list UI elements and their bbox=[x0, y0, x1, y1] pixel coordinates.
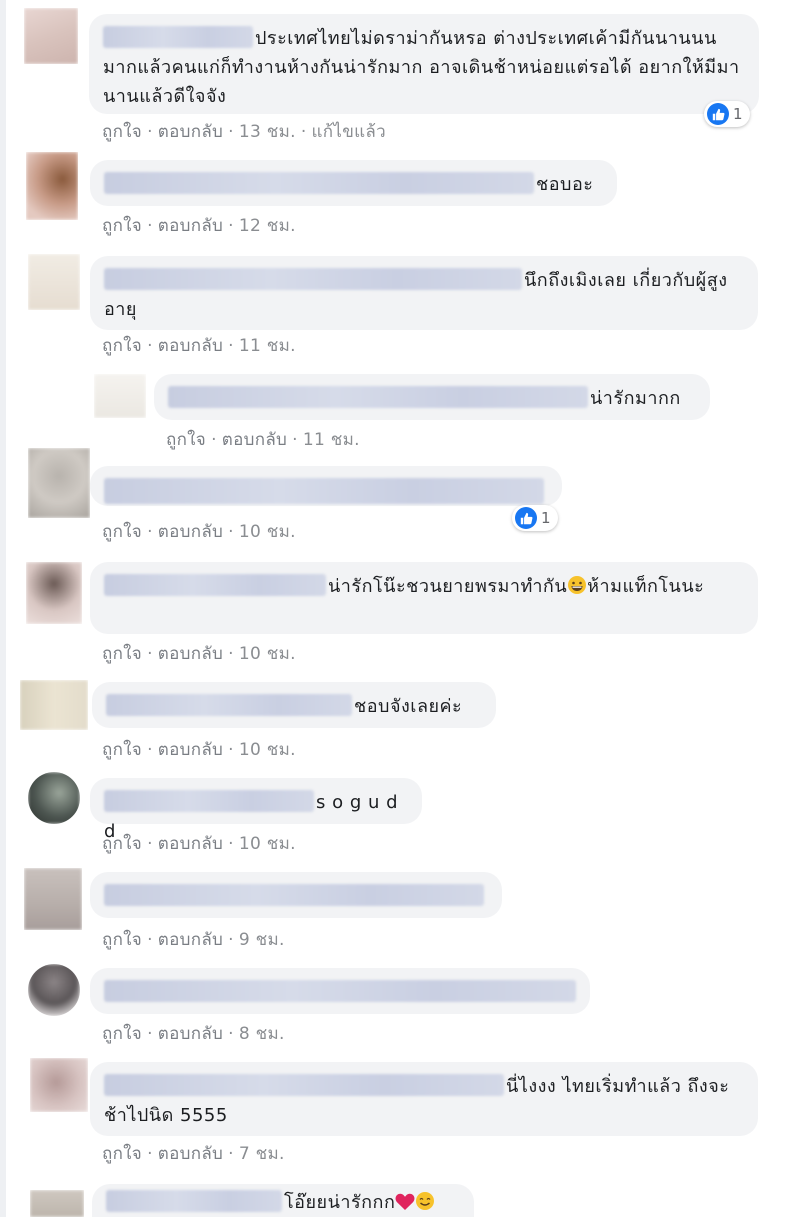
comment-meta: ถูกใจ · ตอบกลับ · 12 ชม. bbox=[102, 216, 296, 236]
comment-meta: ถูกใจ · ตอบกลับ · 11 ชม. bbox=[166, 430, 360, 450]
comment-bubble: น่ารักมากก bbox=[154, 374, 710, 420]
smiling-emoji bbox=[415, 1191, 435, 1220]
commenter-name[interactable] bbox=[104, 172, 534, 194]
timestamp[interactable]: 13 ชม. bbox=[239, 122, 296, 142]
thumbs-up-icon bbox=[707, 103, 729, 125]
commenter-name[interactable] bbox=[168, 386, 588, 408]
avatar[interactable] bbox=[24, 8, 78, 64]
comment-meta: ถูกใจ · ตอบกลับ · 10 ชม. bbox=[102, 740, 296, 760]
comment-bubble: นี่ไงงง ไทยเริ่มทำแล้ว ถึงจะช้าไปนิด 555… bbox=[90, 1062, 758, 1136]
commenter-name[interactable] bbox=[104, 478, 544, 504]
thread-line bbox=[0, 0, 6, 1217]
reply-link[interactable]: ตอบกลับ bbox=[158, 644, 223, 664]
reaction-badge[interactable]: 1 bbox=[704, 101, 750, 127]
avatar[interactable] bbox=[28, 254, 80, 310]
comment-meta: ถูกใจ · ตอบกลับ · 10 ชม. bbox=[102, 644, 296, 664]
timestamp[interactable]: 8 ชม. bbox=[239, 1024, 285, 1044]
comment-text-end: ห้ามแท็กโนนะ bbox=[587, 576, 705, 597]
like-link[interactable]: ถูกใจ bbox=[102, 834, 142, 854]
timestamp[interactable]: 10 ชม. bbox=[239, 740, 296, 760]
avatar[interactable] bbox=[30, 1058, 88, 1112]
like-link[interactable]: ถูกใจ bbox=[102, 930, 142, 950]
comment-bubble: น่ารักโน๊ะชวนยายพรมาทำกัน ห้ามแท็กโนนะ bbox=[90, 562, 758, 634]
comment-meta: ถูกใจ · ตอบกลับ · 11 ชม. bbox=[102, 336, 296, 356]
avatar[interactable] bbox=[26, 562, 82, 624]
comment-bubble: ชอบจังเลยค่ะ bbox=[92, 682, 496, 728]
avatar[interactable] bbox=[28, 448, 90, 518]
like-link[interactable]: ถูกใจ bbox=[102, 644, 142, 664]
comment-bubble: โอ๊ยยน่ารักกก bbox=[92, 1184, 474, 1217]
avatar[interactable] bbox=[20, 680, 88, 730]
comment-bubble: ประเทศไทยไม่ดราม่ากันหรอ ต่างประเทศเค้าม… bbox=[89, 14, 759, 114]
grinning-emoji bbox=[567, 575, 587, 604]
comment-bubble bbox=[90, 466, 562, 506]
comment-bubble: นึกถึงเมิงเลย เกี่ยวกับผู้สูงอายุ bbox=[90, 256, 758, 330]
commenter-name[interactable] bbox=[104, 268, 522, 290]
commenter-name[interactable] bbox=[104, 790, 314, 812]
avatar[interactable] bbox=[94, 374, 146, 418]
edited-label[interactable]: แก้ไขแล้ว bbox=[312, 122, 386, 142]
comment-meta: ถูกใจ · ตอบกลับ · 7 ชม. bbox=[102, 1144, 285, 1164]
avatar[interactable] bbox=[24, 868, 82, 930]
comment-text: โอ๊ยยน่ารักกก bbox=[284, 1192, 396, 1213]
commenter-name[interactable] bbox=[104, 574, 326, 596]
timestamp[interactable]: 10 ชม. bbox=[239, 644, 296, 664]
reply-link[interactable]: ตอบกลับ bbox=[158, 740, 223, 760]
avatar[interactable] bbox=[28, 964, 80, 1016]
like-link[interactable]: ถูกใจ bbox=[166, 430, 206, 450]
avatar[interactable] bbox=[28, 772, 80, 824]
comment-meta: ถูกใจ · ตอบกลับ · 8 ชม. bbox=[102, 1024, 285, 1044]
comment-bubble: ชอบอะ bbox=[90, 160, 617, 206]
comment-bubble bbox=[90, 968, 590, 1014]
reply-link[interactable]: ตอบกลับ bbox=[158, 834, 223, 854]
reply-link[interactable]: ตอบกลับ bbox=[222, 430, 287, 450]
comment-meta: ถูกใจ · ตอบกลับ · 9 ชม. bbox=[102, 930, 285, 950]
commenter-name[interactable] bbox=[104, 1074, 504, 1096]
commenter-name[interactable] bbox=[106, 1190, 282, 1212]
reaction-count: 1 bbox=[541, 509, 551, 527]
timestamp[interactable]: 10 ชม. bbox=[239, 834, 296, 854]
like-link[interactable]: ถูกใจ bbox=[102, 1024, 142, 1044]
avatar[interactable] bbox=[26, 152, 78, 220]
reaction-count: 1 bbox=[733, 105, 743, 123]
comment-text: น่ารักมากก bbox=[590, 388, 681, 409]
timestamp[interactable]: 10 ชม. bbox=[239, 522, 296, 542]
comment-meta: ถูกใจ · ตอบกลับ · 10 ชม. bbox=[102, 834, 296, 854]
comment-text: ชอบอะ bbox=[536, 174, 594, 195]
reply-link[interactable]: ตอบกลับ bbox=[158, 122, 223, 142]
comment-text: ชอบจังเลยค่ะ bbox=[354, 696, 463, 717]
reply-link[interactable]: ตอบกลับ bbox=[158, 522, 223, 542]
avatar[interactable] bbox=[30, 1190, 84, 1217]
reply-link[interactable]: ตอบกลับ bbox=[158, 930, 223, 950]
reply-link[interactable]: ตอบกลับ bbox=[158, 1024, 223, 1044]
comment-meta: ถูกใจ · ตอบกลับ · 13 ชม. · แก้ไขแล้ว bbox=[102, 122, 386, 142]
like-link[interactable]: ถูกใจ bbox=[102, 122, 142, 142]
comment-text-start: น่ารักโน๊ะชวนยายพรมาทำกัน bbox=[328, 576, 568, 597]
reply-link[interactable]: ตอบกลับ bbox=[158, 216, 223, 236]
commenter-name[interactable] bbox=[104, 980, 576, 1002]
timestamp[interactable]: 11 ชม. bbox=[239, 336, 296, 356]
like-link[interactable]: ถูกใจ bbox=[102, 740, 142, 760]
thumbs-up-icon bbox=[515, 507, 537, 529]
timestamp[interactable]: 12 ชม. bbox=[239, 216, 296, 236]
reaction-badge[interactable]: 1 bbox=[512, 505, 558, 531]
timestamp[interactable]: 9 ชม. bbox=[239, 930, 285, 950]
comment-bubble: s o g u d d bbox=[90, 778, 422, 842]
reply-link[interactable]: ตอบกลับ bbox=[158, 1144, 223, 1164]
like-link[interactable]: ถูกใจ bbox=[102, 216, 142, 236]
like-link[interactable]: ถูกใจ bbox=[102, 522, 142, 542]
comment-meta: ถูกใจ · ตอบกลับ · 10 ชม. bbox=[102, 522, 296, 542]
red-heart-emoji bbox=[395, 1191, 415, 1220]
commenter-name[interactable] bbox=[104, 884, 484, 906]
like-link[interactable]: ถูกใจ bbox=[102, 1144, 142, 1164]
timestamp[interactable]: 11 ชม. bbox=[303, 430, 360, 450]
commenter-name[interactable] bbox=[103, 26, 253, 48]
commenter-name[interactable] bbox=[106, 694, 352, 716]
timestamp[interactable]: 7 ชม. bbox=[239, 1144, 285, 1164]
reply-link[interactable]: ตอบกลับ bbox=[158, 336, 223, 356]
comment-bubble bbox=[90, 872, 502, 918]
like-link[interactable]: ถูกใจ bbox=[102, 336, 142, 356]
